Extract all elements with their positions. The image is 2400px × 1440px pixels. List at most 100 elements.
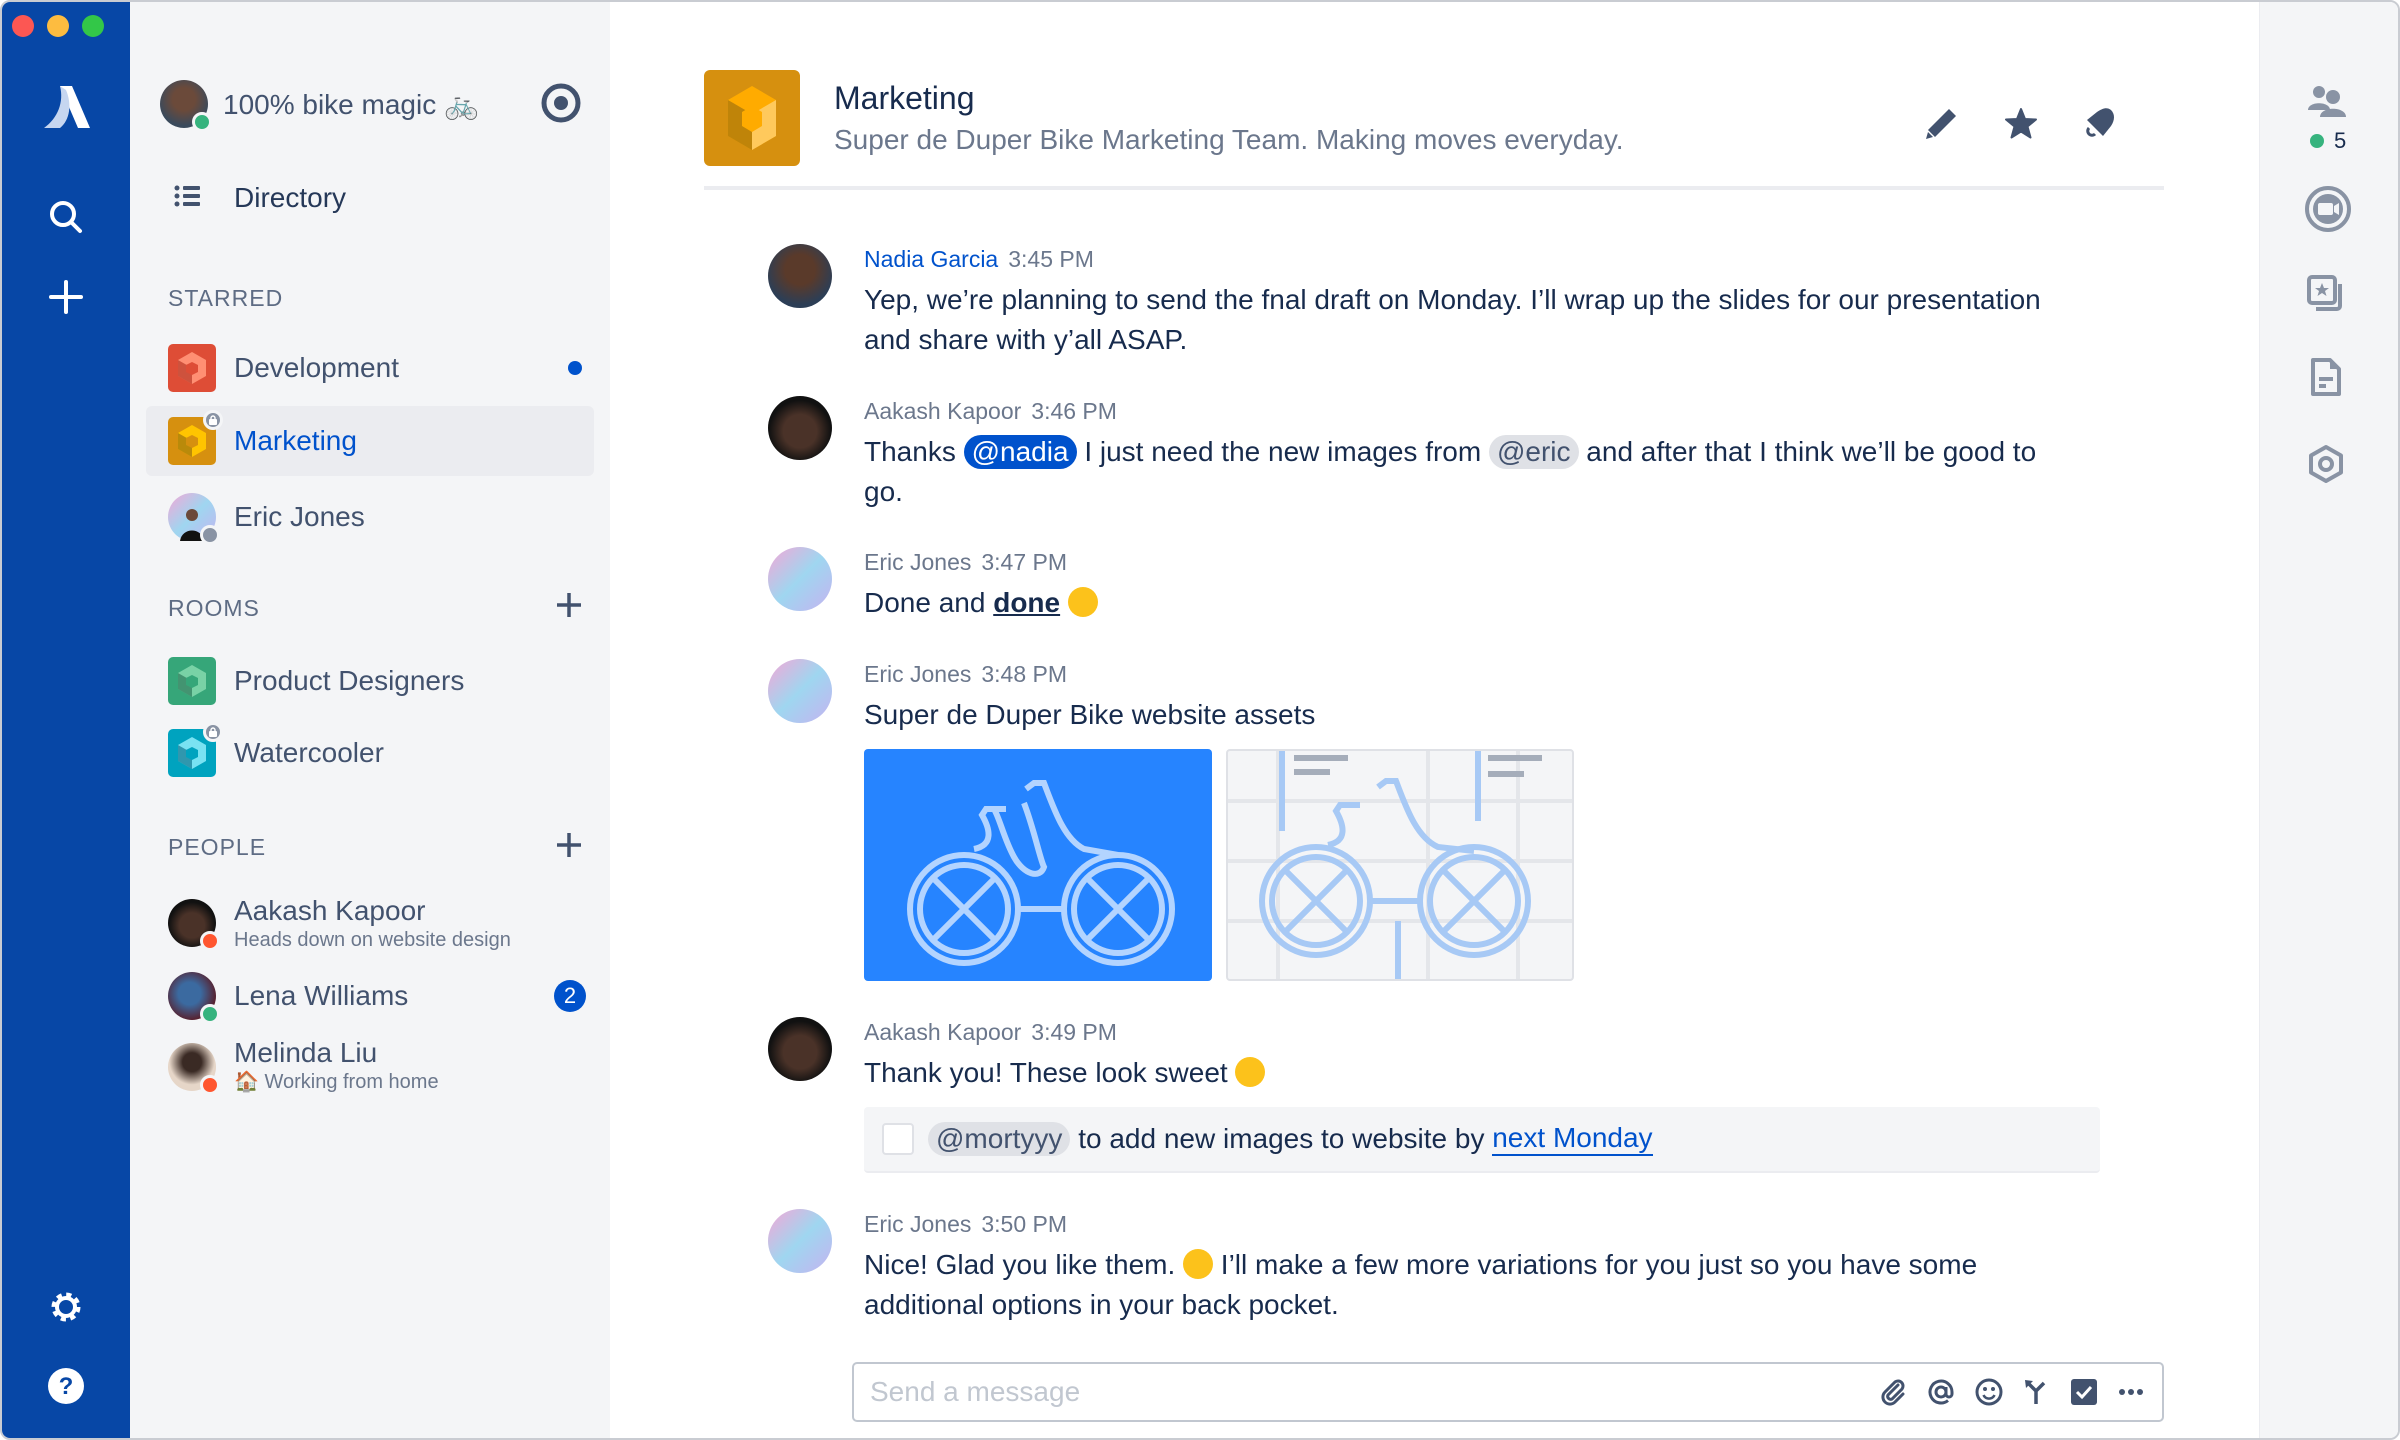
directory-link[interactable]: Directory xyxy=(174,182,346,214)
files-icon[interactable] xyxy=(2306,274,2346,314)
message-author[interactable]: Eric Jones xyxy=(864,661,971,687)
profile-status[interactable]: 100% bike magic 🚲 xyxy=(160,74,479,134)
message-time: 3:45 PM xyxy=(1008,246,1094,272)
starred-heading: STARRED xyxy=(168,285,284,311)
attach-icon[interactable] xyxy=(1878,1377,1908,1407)
item-label: Marketing xyxy=(234,425,357,456)
lock-icon xyxy=(203,722,223,742)
right-rail: 5 xyxy=(2259,2,2398,1438)
presence-online-icon xyxy=(200,1004,220,1024)
minimize-window-button[interactable] xyxy=(47,15,69,37)
message-author[interactable]: Eric Jones xyxy=(864,1211,971,1237)
app-window: ? 100% bike magic 🚲 Directory STARRED De… xyxy=(0,0,2400,1440)
message-time: 3:48 PM xyxy=(981,661,1068,687)
help-icon[interactable]: ? xyxy=(36,1356,96,1416)
room-avatar-icon xyxy=(704,70,800,166)
status-target-icon[interactable] xyxy=(540,82,582,129)
text-segment: I just need the new images from xyxy=(1076,436,1489,467)
person-name: Aakash Kapoor xyxy=(234,895,426,926)
maximize-window-button[interactable] xyxy=(82,15,104,37)
message-text: Thanks @nadia I just need the new images… xyxy=(864,432,2064,512)
sidebar-item-product-designers[interactable]: Product Designers xyxy=(146,646,594,716)
room-icon xyxy=(168,410,223,465)
participants-online-count: 5 xyxy=(2310,128,2346,154)
emoji-icon[interactable] xyxy=(1974,1377,2004,1407)
message-time: 3:49 PM xyxy=(1031,1019,1117,1045)
message-text: Yep, we’re planning to send the fnal dra… xyxy=(864,284,2041,355)
more-icon[interactable] xyxy=(2116,1377,2146,1407)
message-author[interactable]: Eric Jones xyxy=(864,549,971,575)
item-label: Watercooler xyxy=(234,737,384,768)
presence-online-icon xyxy=(192,112,212,132)
message-author[interactable]: Nadia Garcia xyxy=(864,246,998,272)
gear-icon[interactable] xyxy=(36,1277,96,1337)
search-icon[interactable] xyxy=(36,187,96,247)
room-description: Super de Duper Bike Marketing Team. Maki… xyxy=(834,124,1624,155)
presence-dnd-icon xyxy=(200,1075,220,1095)
attachment-image-blue-bike[interactable] xyxy=(864,749,1212,981)
list-icon xyxy=(174,182,200,214)
avatar xyxy=(168,899,220,951)
presence-dnd-icon xyxy=(200,931,220,951)
mention-nadia[interactable]: @nadia xyxy=(963,435,1077,469)
avatar[interactable] xyxy=(768,1017,832,1081)
global-nav: ? xyxy=(2,2,130,1438)
participants-icon[interactable] xyxy=(2306,84,2346,118)
mention-mortyyy[interactable]: @mortyyy xyxy=(928,1122,1071,1156)
plus-icon[interactable] xyxy=(36,267,96,327)
message-text: Thank you! These look sweet xyxy=(864,1053,2064,1093)
message-composer xyxy=(852,1362,2164,1422)
attachment-image-wireframe-bike[interactable] xyxy=(1226,749,1574,981)
message-author[interactable]: Aakash Kapoor xyxy=(864,398,1021,424)
avatar[interactable] xyxy=(768,396,832,460)
mention-eric[interactable]: @eric xyxy=(1488,435,1579,469)
star-icon[interactable] xyxy=(2003,106,2039,142)
avatar[interactable] xyxy=(768,659,832,723)
avatar[interactable] xyxy=(768,244,832,308)
sidebar-item-marketing[interactable]: Marketing xyxy=(146,406,594,476)
sidebar-person-melinda-liu[interactable]: Melinda Liu 🏠 Working from home xyxy=(168,1037,439,1095)
user-avatar xyxy=(160,80,212,132)
video-call-icon[interactable] xyxy=(2304,185,2352,233)
close-window-button[interactable] xyxy=(12,15,34,37)
lock-icon xyxy=(203,410,223,430)
sidebar: 100% bike magic 🚲 Directory STARRED Deve… xyxy=(130,2,610,1438)
sidebar-item-watercooler[interactable]: Watercooler xyxy=(146,718,594,788)
task-due-date[interactable]: next Monday xyxy=(1492,1122,1653,1156)
notifications-icon[interactable] xyxy=(2083,106,2119,142)
rooms-heading: ROOMS xyxy=(168,595,260,621)
sidebar-person-aakash-kapoor[interactable]: Aakash Kapoor Heads down on website desi… xyxy=(168,895,511,953)
task-icon[interactable] xyxy=(2070,1378,2098,1406)
avatar[interactable] xyxy=(768,1209,832,1273)
header-actions xyxy=(1923,106,2119,142)
person-status: 🏠 Working from home xyxy=(234,1071,439,1093)
add-person-button[interactable] xyxy=(556,832,582,863)
task-checkbox[interactable] xyxy=(882,1123,914,1155)
message-author[interactable]: Aakash Kapoor xyxy=(864,1019,1021,1045)
avatar[interactable] xyxy=(768,547,832,611)
atlassian-logo-icon[interactable] xyxy=(36,77,96,137)
document-icon[interactable] xyxy=(2310,357,2342,397)
room-header: Marketing Super de Duper Bike Marketing … xyxy=(704,70,1624,166)
sidebar-item-development[interactable]: Development xyxy=(146,333,594,403)
decision-icon[interactable] xyxy=(2022,1377,2052,1407)
directory-label: Directory xyxy=(234,182,347,213)
mention-icon[interactable] xyxy=(1926,1377,1956,1407)
text-segment: Thanks xyxy=(864,436,964,467)
settings-icon[interactable] xyxy=(2308,444,2344,484)
bold-link[interactable]: done xyxy=(993,587,1060,618)
edit-icon[interactable] xyxy=(1923,106,1959,142)
sidebar-person-lena-williams[interactable]: Lena Williams xyxy=(168,972,408,1024)
unread-count-badge: 2 xyxy=(554,980,586,1012)
sidebar-item-eric-jones[interactable]: Eric Jones xyxy=(146,482,594,552)
presence-offline-icon xyxy=(200,525,220,545)
item-label: Eric Jones xyxy=(234,501,365,532)
message-input[interactable] xyxy=(870,1376,1878,1408)
text-segment: Thank you! These look sweet xyxy=(864,1057,1228,1088)
room-icon xyxy=(168,722,223,777)
room-icon xyxy=(168,657,216,705)
room-icon xyxy=(168,344,216,392)
add-room-button[interactable] xyxy=(556,592,582,623)
heart-eyes-emoji-icon xyxy=(1235,1057,1266,1087)
task-text: to add new images to website by xyxy=(1070,1123,1493,1154)
